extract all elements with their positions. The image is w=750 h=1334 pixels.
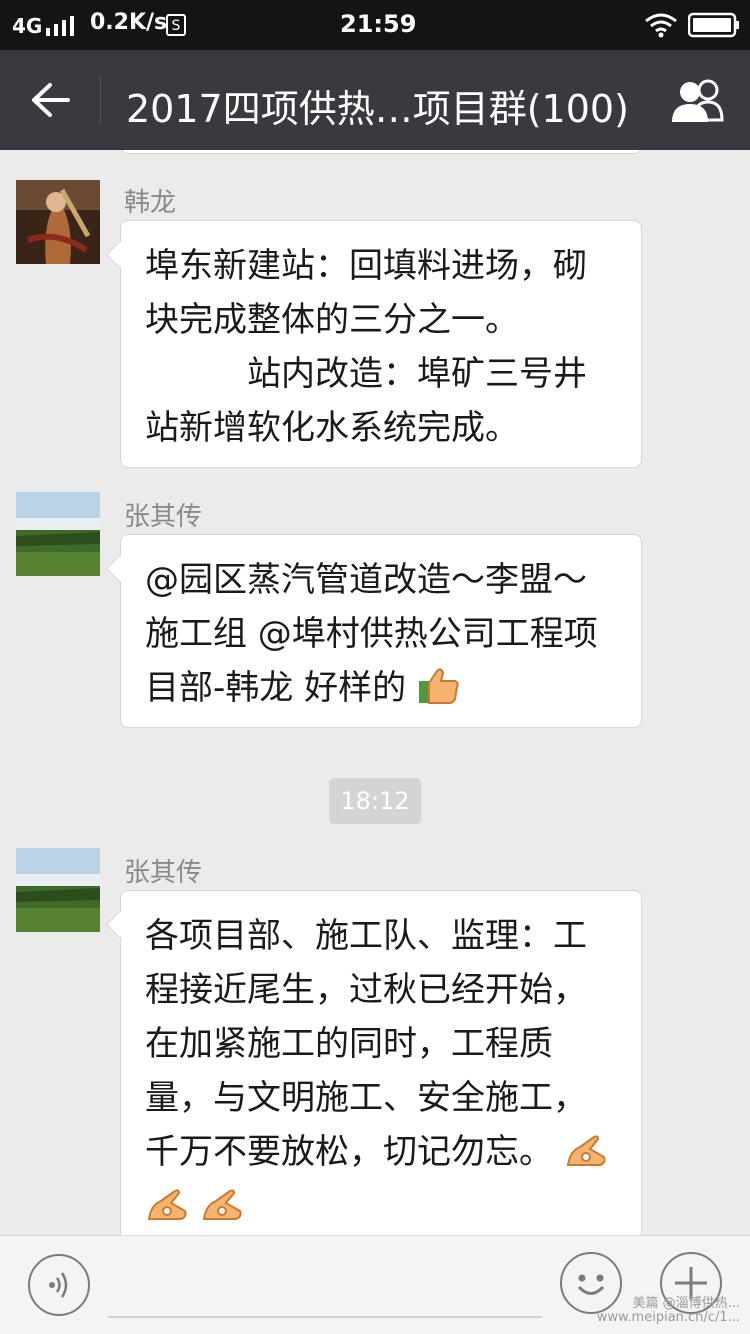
ok-hand-icon xyxy=(147,1189,187,1220)
network-speed: 0.2K/s xyxy=(90,10,168,35)
voice-button[interactable] xyxy=(28,1254,90,1316)
emoji-button[interactable] xyxy=(560,1252,622,1314)
message-line: 千万不要放松，切记勿忘。 xyxy=(145,1125,619,1179)
avatar-image xyxy=(16,180,100,264)
ok-hand-icon xyxy=(202,1189,242,1220)
sender-name: 韩龙 xyxy=(124,188,177,218)
message-bubble[interactable]: @园区蒸汽管道改造～李盟～ 施工组 @埠村供热公司工程项 目部-韩龙 好样的 xyxy=(120,534,642,728)
timestamp-chip: 18:12 xyxy=(329,778,421,824)
chat-header: 2017四项供热…项目群(100) xyxy=(0,50,750,150)
ok-hand-icon xyxy=(566,1135,606,1166)
message-line xyxy=(145,1179,619,1233)
battery-icon xyxy=(688,12,739,38)
thumbs-up-icon xyxy=(418,668,459,704)
message-list[interactable]: 韩龙 埠东新建站：回填料进场，砌 块完成整体的三分之一。 站内改造：埠矿三号井 … xyxy=(0,150,750,1235)
group-members-icon[interactable] xyxy=(670,78,730,122)
avatar-image xyxy=(16,848,100,932)
message-line: 块完成整体的三分之一。 xyxy=(145,300,519,340)
avatar-image xyxy=(16,492,100,576)
wifi-icon xyxy=(645,13,677,38)
voice-icon xyxy=(49,1272,68,1298)
chat-title: 2017四项供热…项目群(100) xyxy=(126,87,629,131)
message-bubble[interactable]: 埠东新建站：回填料进场，砌 块完成整体的三分之一。 站内改造：埠矿三号井 站新增… xyxy=(120,220,642,468)
status-time: 21:59 xyxy=(340,10,417,38)
message-bubble[interactable]: 各项目部、施工队、监理：工 程接近尾生，过秋已经开始， 在加紧施工的同时，工程质… xyxy=(120,890,642,1235)
network-type: 4G xyxy=(12,14,43,38)
message-line: 目部-韩龙 好样的 xyxy=(145,661,619,715)
message-input[interactable] xyxy=(108,1316,542,1318)
avatar[interactable] xyxy=(16,848,100,932)
message-line: 施工组 @埠村供热公司工程项 xyxy=(145,614,598,654)
watermark-line: www.meipian.cn/c/1... xyxy=(596,1310,740,1325)
message-line: 各项目部、施工队、监理：工 xyxy=(145,916,587,956)
avatar[interactable] xyxy=(16,180,100,264)
signal-icon xyxy=(46,16,74,36)
message-text: 千万不要放松，切记勿忘。 xyxy=(145,1132,553,1172)
avatar[interactable] xyxy=(16,492,100,576)
input-bar: 美篇 @淄博供热... www.meipian.cn/c/1... xyxy=(0,1235,750,1334)
svg-text:S: S xyxy=(172,18,181,34)
message-line: 站新增软化水系统完成。 xyxy=(145,408,519,448)
arrow-left-icon[interactable] xyxy=(30,82,70,118)
previous-message-bubble xyxy=(120,150,642,154)
storage-icon: S xyxy=(166,14,186,36)
message-line: 程接近尾生，过秋已经开始， xyxy=(145,970,587,1010)
message-text: 目部-韩龙 好样的 xyxy=(145,668,407,708)
message-line: 埠东新建站：回填料进场，砌 xyxy=(145,246,587,286)
sender-name: 张其传 xyxy=(124,858,203,888)
message-line: 站内改造：埠矿三号井 xyxy=(145,354,587,394)
watermark-line: 美篇 @淄博供热... xyxy=(632,1296,740,1311)
smiley-icon xyxy=(577,1274,605,1295)
header-divider xyxy=(100,76,101,124)
message-line: @园区蒸汽管道改造～李盟～ xyxy=(145,560,587,600)
sender-name: 张其传 xyxy=(124,502,203,532)
status-bar: 4G 0.2K/s S 21:59 xyxy=(0,0,750,50)
message-line: 在加紧施工的同时，工程质 xyxy=(145,1024,553,1064)
message-line: 量，与文明施工、安全施工， xyxy=(145,1078,587,1118)
